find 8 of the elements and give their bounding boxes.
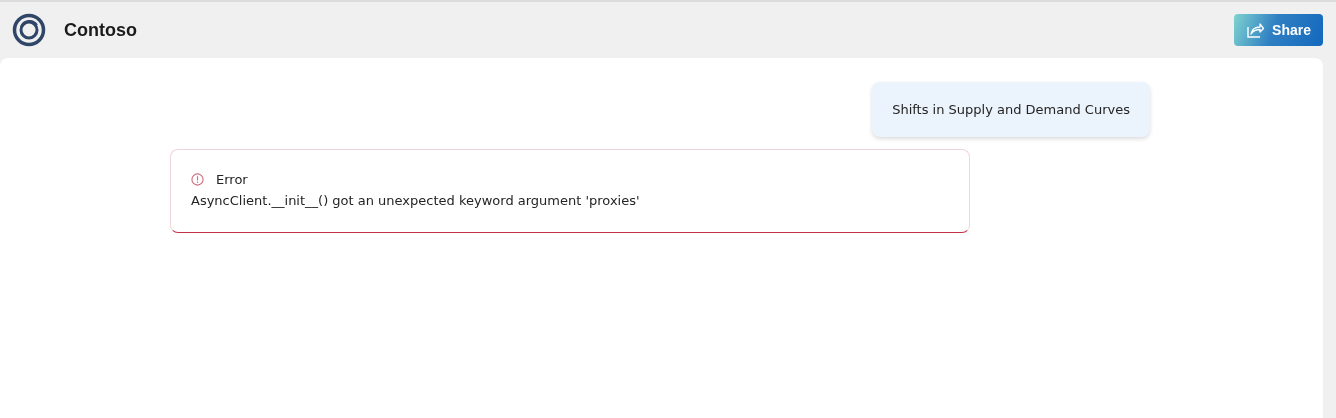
error-message: AsyncClient.__init__() got an unexpected keyword argument 'proxies' bbox=[191, 193, 641, 208]
app-title: Contoso bbox=[64, 19, 138, 41]
share-icon bbox=[1246, 21, 1265, 39]
error-title: Error bbox=[216, 172, 248, 187]
logo-icon bbox=[12, 13, 46, 47]
user-message: Shifts in Supply and Demand Curves bbox=[872, 82, 1150, 137]
share-button[interactable]: Share bbox=[1234, 14, 1323, 46]
error-icon bbox=[191, 173, 204, 186]
